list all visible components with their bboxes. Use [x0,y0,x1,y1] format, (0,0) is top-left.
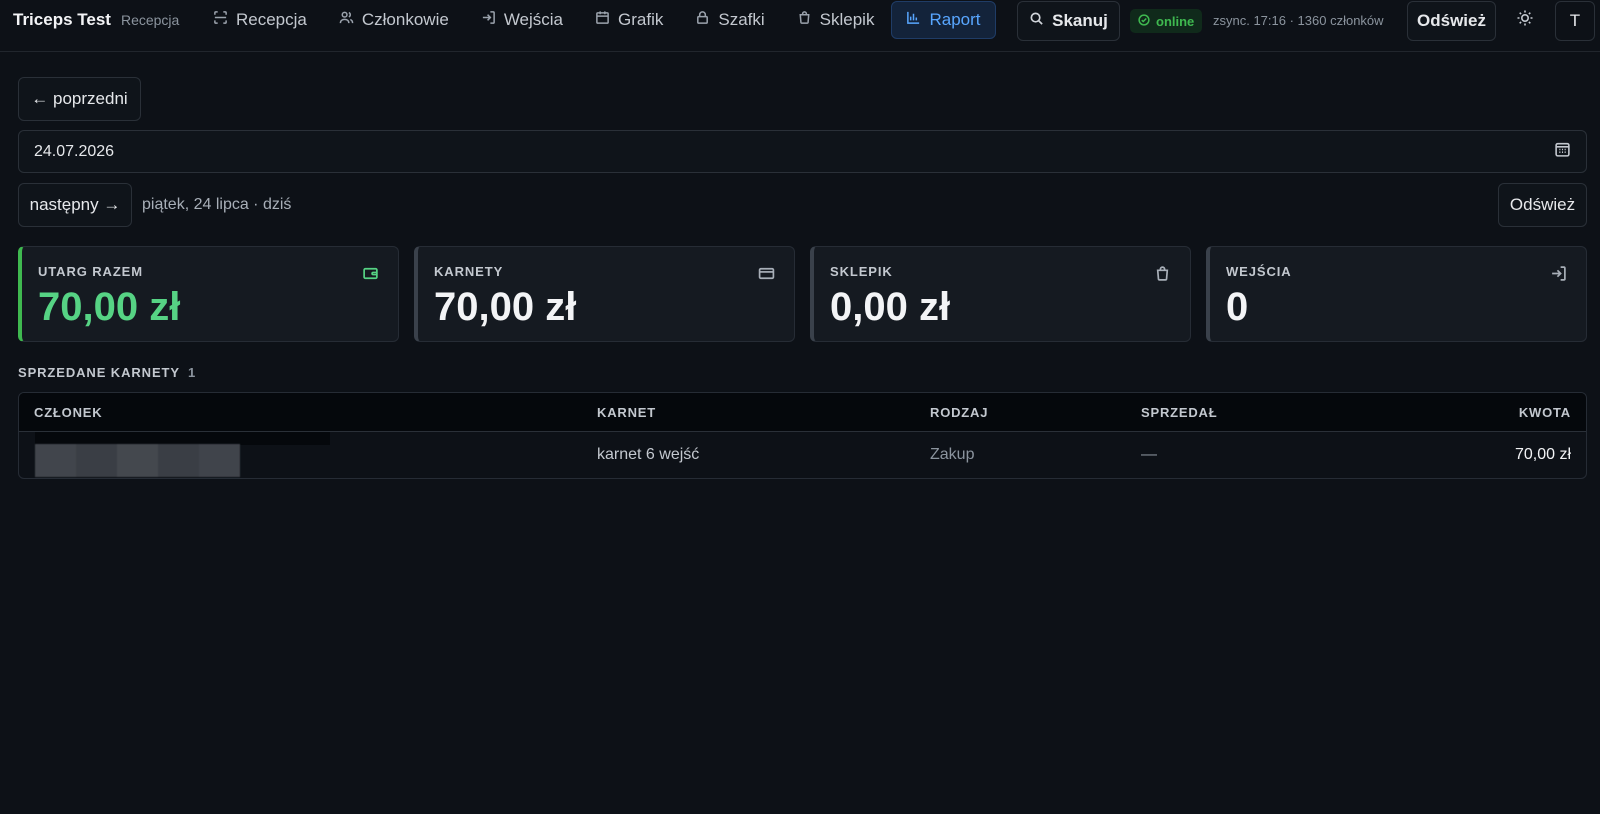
bar-chart-icon [906,10,921,30]
stat-label: KARNETY [434,264,504,279]
stat-cards: UTARG RAZEM 70,00 zł KARNETY 70,00 zł SK… [18,246,1587,342]
nav-item-label: Szafki [718,10,765,29]
shopping-bag-icon [1154,265,1171,286]
search-icon [1029,11,1044,31]
refresh-button[interactable]: Odśwież [1407,1,1496,41]
nav-item-label: Recepcja [236,10,307,29]
previous-day-button[interactable]: ← poprzedni [18,77,141,121]
nav-item-label: Grafik [618,10,664,29]
stat-value: 0 [1226,285,1249,329]
theme-toggle[interactable] [1510,4,1540,36]
sold-passes-table: CZŁONEK KARNET RODZAJ SPRZEDAŁ KWOTA kar… [18,392,1587,479]
stat-card-revenue: UTARG RAZEM 70,00 zł [18,246,399,342]
nav-item-label: Wejścia [503,10,564,29]
table-header: CZŁONEK KARNET RODZAJ SPRZEDAŁ KWOTA [19,393,1586,432]
date-description: piątek, 24 lipca · dziś [142,196,292,213]
shopping-bag-icon [797,10,812,30]
stat-label: SKLEPIK [830,264,893,279]
nav-item-wejscia[interactable]: Wejścia [466,1,578,39]
stat-value: 0,00 zł [830,285,951,329]
section-count: 1 [187,365,197,380]
wallet-icon [362,265,379,286]
stat-card-entries: WEJŚCIA 0 [1206,246,1587,342]
lock-icon [695,10,710,30]
status-label: online [1156,13,1195,29]
date-value: 24.07.2026 [34,142,115,160]
column-header-type[interactable]: RODZAJ [930,405,988,420]
date-input[interactable]: 24.07.2026 [18,130,1587,173]
nav-item-szafki[interactable]: Szafki [680,1,779,39]
nav-item-label: Członkowie [361,10,449,29]
status-badge: online [1130,9,1203,33]
amount: 70,00 zł [1514,446,1571,463]
scan-button[interactable]: Skanuj [1017,1,1120,41]
seller: — [1141,446,1157,463]
login-icon [481,10,496,30]
table-row[interactable]: karnet 6 wejść Zakup — 70,00 zł [19,432,1586,478]
nav-item-grafik[interactable]: Grafik [580,1,678,39]
column-header-seller[interactable]: SPRZEDAŁ [1141,405,1217,420]
column-header-pass[interactable]: KARNET [597,405,656,420]
stat-value: 70,00 zł [38,285,181,329]
app-subtitle: Recepcja [120,12,180,28]
app-title: Triceps Test [13,10,111,29]
nav-item-label: Sklepik [819,10,875,29]
users-icon [339,10,354,30]
stat-label: UTARG RAZEM [38,264,143,279]
calendar-icon[interactable] [1554,141,1571,162]
member-name-redacted [35,444,240,477]
sun-icon [1516,9,1534,31]
section-title: SPRZEDANE KARNETY 1 [18,365,196,380]
main-nav: Recepcja Członkowie Wejścia Grafik Szafk… [198,1,996,39]
nav-item-raport[interactable]: Raport [891,1,996,39]
sync-status: zsync. 17:16 · 1360 członków [1213,13,1384,28]
nav-item-czlonkowie[interactable]: Członkowie [324,1,464,39]
nav-item-recepcja[interactable]: Recepcja [198,1,322,39]
brand: Triceps Test Recepcja [13,10,179,30]
scan-frame-icon [213,10,228,30]
nav-item-label: Raport [929,10,981,29]
stat-value: 70,00 zł [434,285,577,329]
login-icon [1550,265,1567,286]
stat-card-passes: KARNETY 70,00 zł [414,246,795,342]
next-day-button[interactable]: następny → [18,183,132,227]
top-bar: Triceps Test Recepcja Recepcja Członkowi… [0,0,1600,52]
stat-label: WEJŚCIA [1226,264,1292,279]
nav-item-sklepik[interactable]: Sklepik [782,1,890,39]
stat-card-shop: SKLEPIK 0,00 zł [810,246,1191,342]
transaction-type: Zakup [930,446,975,463]
scan-button-label: Skanuj [1052,11,1108,30]
avatar[interactable]: T [1555,1,1595,41]
section-title-label: SPRZEDANE KARNETY [18,365,180,380]
refresh-report-button[interactable]: Odśwież [1498,183,1587,227]
check-circle-icon [1138,13,1150,29]
pass-name: karnet 6 wejść [597,446,700,463]
column-header-member[interactable]: CZŁONEK [34,405,102,420]
column-header-amount[interactable]: KWOTA [1519,405,1571,420]
credit-card-icon [758,265,775,286]
calendar-icon [595,10,610,30]
